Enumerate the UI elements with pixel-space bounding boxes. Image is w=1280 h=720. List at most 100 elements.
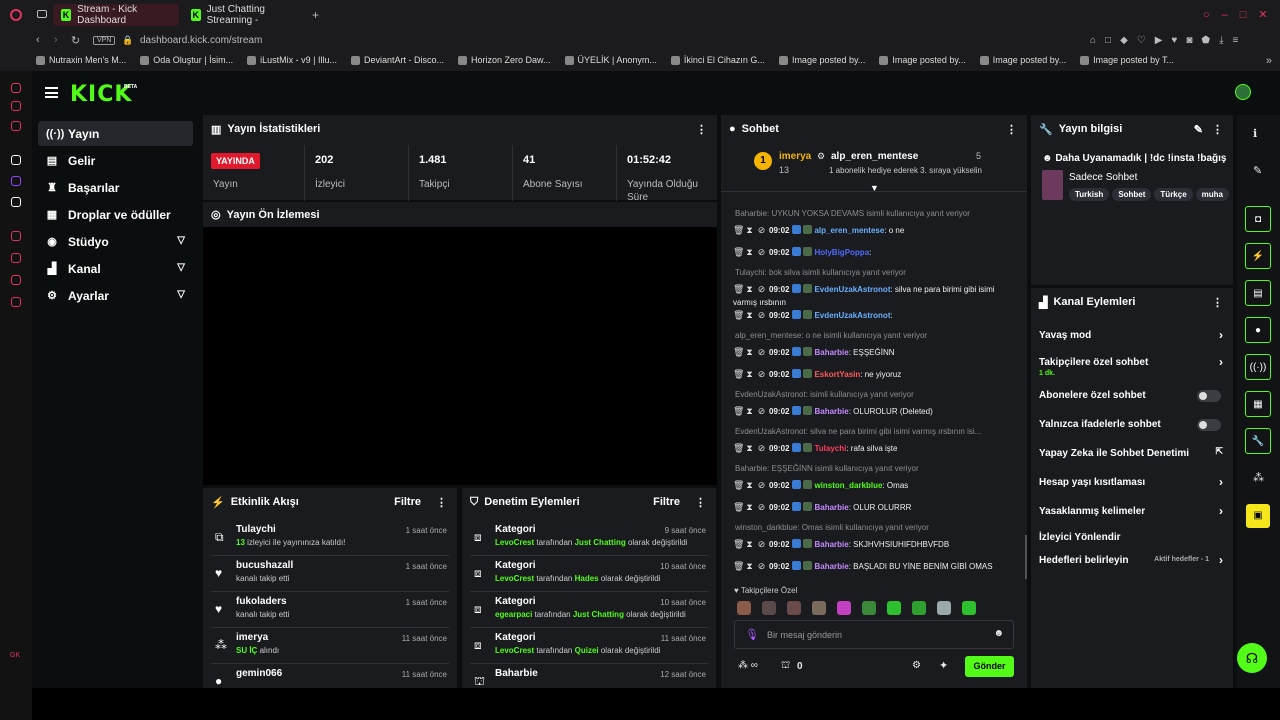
emoji-icon[interactable]: ☻ [993, 628, 1004, 639]
forward-icon[interactable]: › [54, 34, 58, 46]
edit-icon[interactable]: ✎ [1253, 164, 1262, 177]
timeout-icon[interactable]: ⧗ [745, 309, 754, 322]
ban-icon[interactable]: ⊘ [757, 224, 766, 237]
chat-message[interactable]: 🗑 ⧗ ⊘ 09:02 Baharbie: BAŞLADI BU YİNE BENİM … [733, 560, 1015, 576]
toggle-switch[interactable] [1197, 419, 1221, 431]
timeout-icon[interactable]: ⧗ [745, 368, 754, 381]
broadcast-panel-toggle-icon[interactable]: ((·)) [1245, 354, 1271, 380]
user-avatar[interactable] [1235, 84, 1251, 100]
emote-icon[interactable] [937, 601, 951, 615]
activity-item[interactable]: ⁂ imerya SU İÇ alındı 11 saat önce [203, 628, 457, 664]
chat-message[interactable]: 🗑 ⧗ ⊘ 09:02 EskortYasin: ne yiyoruz [733, 368, 1015, 381]
bookmark-item[interactable]: Oda Oluştur | İsim... [140, 55, 233, 65]
more-bookmarks-icon[interactable]: » [1266, 55, 1272, 67]
timeout-icon[interactable]: ⧗ [745, 346, 754, 359]
chat-username[interactable]: EvdenUzakAstronot [814, 285, 890, 294]
emote-icon[interactable] [762, 601, 776, 615]
emote-icon[interactable] [862, 601, 876, 615]
activity-item[interactable]: ♥ bucushazall kanalı takip etti 1 saat önce [203, 556, 457, 592]
activity-panel-toggle-icon[interactable]: ⚡ [1245, 243, 1271, 269]
info-icon[interactable]: ℹ [1253, 127, 1257, 140]
chat-tools-icon[interactable]: ⁂ ∞ [738, 660, 758, 671]
vpn-badge[interactable]: VPN [93, 35, 116, 45]
opera-sidebar-icon[interactable] [11, 155, 21, 165]
chat-username[interactable]: HolyBigPoppa [814, 248, 869, 257]
delete-icon[interactable]: 🗑 [733, 246, 744, 259]
emote-icon[interactable] [887, 601, 901, 615]
channel-action-item[interactable]: Takipçilere özel sohbet 1 dk. › [1031, 351, 1231, 377]
stream-tag[interactable]: Türkçe [1154, 188, 1193, 201]
chat-input[interactable]: 🎙 Bir mesaj gönderin ☻ [734, 620, 1014, 649]
timeout-icon[interactable]: ⧗ [745, 442, 754, 455]
timeout-icon[interactable]: ⧗ [745, 405, 754, 418]
stream-tag[interactable]: muha [1195, 188, 1229, 201]
ban-icon[interactable]: ⊘ [757, 538, 766, 551]
timeout-icon[interactable]: ⧗ [745, 479, 754, 492]
emote-picker-icon[interactable]: ✦ [939, 659, 948, 672]
category-name[interactable]: Sadece Sohbet [1069, 172, 1137, 183]
window-controls[interactable]: ○–□✕ [1203, 8, 1280, 21]
chat-message[interactable]: 🗑 ⧗ ⊘ 09:02 alp_eren_mentese: o ne [733, 224, 1015, 237]
moderation-item[interactable]: ⧈ Kategori egearpaci tarafından Just Chatt… [462, 592, 716, 628]
moderation-item[interactable]: ⧈ Kategori LevoCrest tarafından Hades olar… [462, 556, 716, 592]
reply-context[interactable]: EvdenUzakAstronot: isimli kullanıcıya ya… [735, 390, 914, 399]
bookmark-item[interactable]: Horizon Zero Daw... [458, 55, 551, 65]
stats-panel-toggle-icon[interactable]: ◘ [1245, 206, 1271, 232]
nav-item-basarilar[interactable]: ♜ Başarılar [38, 175, 193, 200]
chat-username[interactable]: Baharbie [814, 348, 848, 357]
delete-icon[interactable]: 🗑 [733, 309, 744, 322]
emote-icon[interactable] [812, 601, 826, 615]
reply-context[interactable]: winston_darkblue: Omas isimli kullanıcıy… [735, 523, 929, 532]
send-button[interactable]: Gönder [965, 656, 1014, 677]
delete-icon[interactable]: 🗑 [733, 560, 744, 573]
chat-message[interactable]: 🗑 ⧗ ⊘ 09:02 winston_darkblue: Omas [733, 479, 1015, 492]
menu-icon[interactable] [45, 87, 58, 98]
delete-icon[interactable]: 🗑 [733, 501, 744, 514]
bookmark-item[interactable]: iLustMix - v9 | Illu... [247, 55, 337, 65]
chat-message[interactable]: 🗑 ⧗ ⊘ 09:02 Baharbie: OLUROLUR (Deleted) [733, 405, 1015, 418]
channel-action-item[interactable]: Yavaş mod › [1031, 324, 1231, 350]
moderation-item[interactable]: ⛫ Baharbie 12 saat önce [462, 664, 716, 688]
channel-action-item[interactable]: Yapay Zeka ile Sohbet Denetimi ⇱ [1031, 442, 1231, 468]
more-options-icon[interactable]: ⋮ [695, 496, 706, 509]
ban-icon[interactable]: ⊘ [757, 368, 766, 381]
new-tab-button[interactable]: + [312, 8, 319, 22]
reload-icon[interactable]: ↻ [71, 34, 80, 47]
nav-item-yayin[interactable]: ((·)) Yayın [38, 121, 193, 146]
moderation-item[interactable]: ⧈ Kategori LevoCrest tarafından Just Chatt… [462, 520, 716, 556]
filter-button[interactable]: Filtre [653, 496, 680, 508]
delete-icon[interactable]: 🗑 [733, 538, 744, 551]
chat-username[interactable]: winston_darkblue [814, 481, 882, 490]
more-options-icon[interactable]: ⋮ [696, 123, 707, 136]
bookmark-item[interactable]: Image posted by... [979, 55, 1066, 65]
emote-icon[interactable] [737, 601, 751, 615]
reply-context[interactable]: alp_eren_mentese: o ne isimli kullanıcıy… [735, 331, 927, 340]
moderation-item[interactable]: ⧈ Kategori LevoCrest tarafından Quizei ola… [462, 628, 716, 664]
microphone-icon[interactable]: 🎙 [745, 628, 759, 641]
stream-preview-video[interactable] [203, 227, 717, 485]
settings-icon[interactable] [11, 297, 21, 307]
browser-toolbar-icons[interactable]: ⌂□◆♡▶♥◙⬟⤓≡ [1090, 35, 1247, 46]
reply-context[interactable]: Tulaychi: bok silva isimli kullanıcıya y… [735, 268, 906, 277]
chat-message[interactable]: 🗑 ⧗ ⊘ 09:02 Baharbie: EŞŞEĞİNN [733, 346, 1015, 359]
delete-icon[interactable]: 🗑 [733, 368, 744, 381]
toggle-switch[interactable] [1197, 390, 1221, 402]
channel-action-item[interactable]: Yalnızca ifadelerle sohbet [1031, 413, 1231, 439]
opera-sidebar-icon[interactable] [11, 253, 21, 263]
chat-username[interactable]: alp_eren_mentese [814, 226, 884, 235]
chat-username[interactable]: Baharbie [814, 407, 848, 416]
support-icon[interactable]: ☊ [1237, 643, 1267, 673]
x-icon[interactable] [11, 197, 21, 207]
nav-item-droplar[interactable]: ▦ Droplar ve ödüller [38, 202, 193, 227]
timeout-icon[interactable]: ⧗ [745, 560, 754, 573]
ban-icon[interactable]: ⊘ [757, 560, 766, 573]
chat-username[interactable]: Baharbie [814, 540, 848, 549]
ban-icon[interactable]: ⊘ [757, 283, 766, 296]
activity-item[interactable]: ♥ fukoladers kanalı takip etti 1 saat önce [203, 592, 457, 628]
nav-item-gelir[interactable]: ▤ Gelir [38, 148, 193, 173]
url-field[interactable]: dashboard.kick.com/stream [140, 35, 262, 46]
reply-context[interactable]: Baharbie: UYKUN YOKSA DEVAMS isimli kull… [735, 209, 970, 218]
channel-action-item[interactable]: Hedefleri belirleyin Aktif hedefler - 1 › [1031, 549, 1231, 575]
channel-action-item[interactable]: Abonelere özel sohbet [1031, 384, 1231, 410]
tab-kick-dashboard[interactable]: K Stream - Kick Dashboard [53, 4, 179, 26]
